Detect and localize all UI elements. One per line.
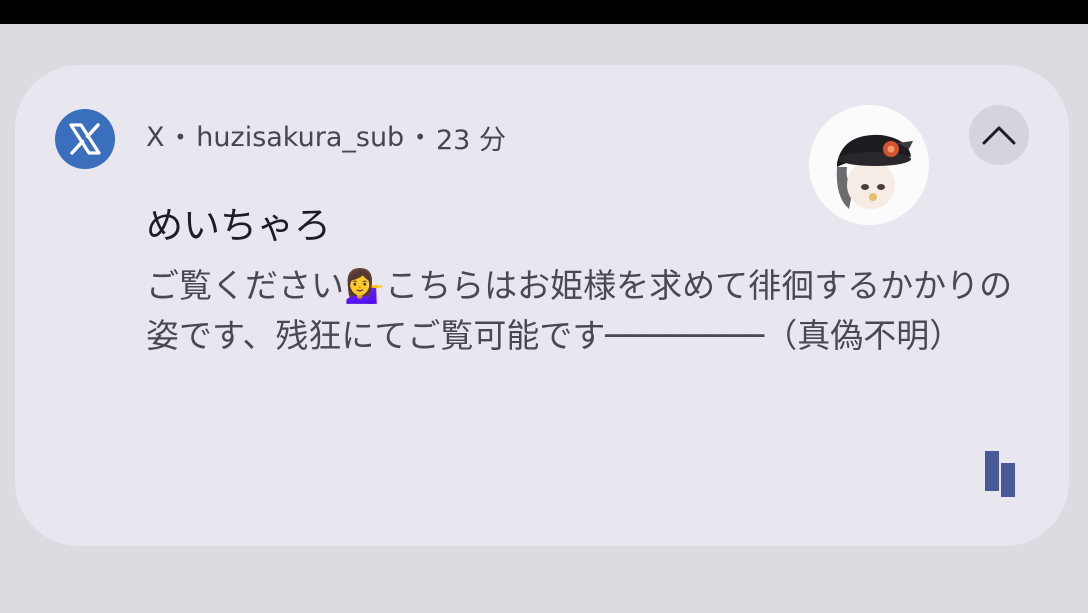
account-name: huzisakura_sub <box>196 121 405 153</box>
separator-dot: • <box>174 125 187 149</box>
notification-body: ご覧ください💁‍♀️こちらはお姫様を求めて徘徊するかかりの姿です、残狂にてご覧可… <box>146 266 1013 355</box>
notification-header: X • huzisakura_sub • 23 分 <box>146 117 506 157</box>
x-logo-icon <box>55 109 115 169</box>
expand-button[interactable] <box>969 105 1029 165</box>
status-bar <box>0 0 1088 24</box>
avatar <box>809 105 929 225</box>
chevron-up-icon <box>982 126 1016 145</box>
separator-dot: • <box>414 125 426 149</box>
notification-title: めいちゃろ <box>146 204 331 247</box>
timestamp: 23 分 <box>436 124 506 156</box>
notification-card[interactable]: X • huzisakura_sub • 23 分 <box>15 65 1069 546</box>
app-name: X <box>146 121 165 153</box>
app-badge-icon <box>985 451 1015 499</box>
